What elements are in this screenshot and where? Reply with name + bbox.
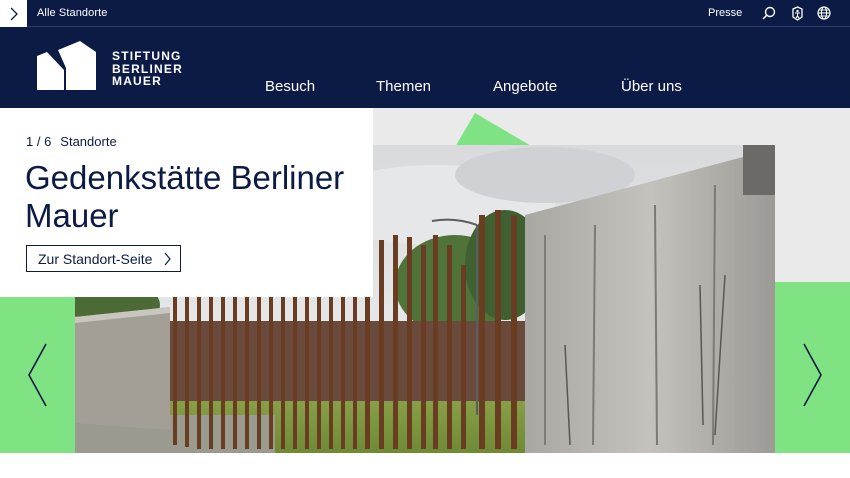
nav-angebote[interactable]: Angebote — [493, 78, 557, 95]
logo-line: MAUER — [112, 74, 162, 88]
press-link[interactable]: Presse — [708, 7, 742, 19]
hero-slider: 1 / 6 Standorte Gedenkstätte Berliner Mau… — [0, 108, 850, 478]
nav-besuch[interactable]: Besuch — [265, 78, 315, 95]
nav-ueber-uns[interactable]: Über uns — [621, 78, 682, 95]
slide-category[interactable]: Standorte — [60, 134, 116, 149]
logo-line: STIFTUNG — [112, 49, 182, 63]
slide-title: Gedenkstätte Berliner Mauer — [25, 159, 345, 234]
nav-themen[interactable]: Themen — [376, 78, 431, 95]
slide-counter: 1 / 6 Standorte — [26, 134, 117, 149]
slide-info-card: 1 / 6 Standorte Gedenkstätte Berliner Mau… — [0, 108, 373, 297]
logo-mark-icon — [37, 41, 96, 90]
language-globe-icon[interactable] — [816, 5, 832, 21]
accessibility-icon[interactable] — [789, 5, 805, 21]
slide-index: 1 / 6 — [26, 134, 52, 149]
all-locations-link[interactable]: Alle Standorte — [37, 7, 108, 19]
logo-wordmark: STIFTUNG BERLINER MAUER — [112, 50, 183, 88]
previous-slide-button[interactable] — [26, 342, 50, 408]
chevron-right-icon — [10, 7, 18, 20]
cta-label: Zur Standort-Seite — [38, 250, 153, 267]
decorative-triangle — [455, 113, 533, 147]
chevron-right-icon — [164, 252, 172, 266]
utility-bar: Alle Standorte Presse — [0, 0, 850, 27]
next-slide-button[interactable] — [800, 342, 824, 408]
site-logo[interactable]: STIFTUNG BERLINER MAUER — [36, 40, 196, 92]
main-header: STIFTUNG BERLINER MAUER Besuch Themen An… — [0, 27, 850, 108]
location-page-button[interactable]: Zur Standort-Seite — [26, 245, 182, 272]
search-icon[interactable] — [761, 5, 777, 21]
menu-toggle-button[interactable] — [0, 0, 27, 27]
